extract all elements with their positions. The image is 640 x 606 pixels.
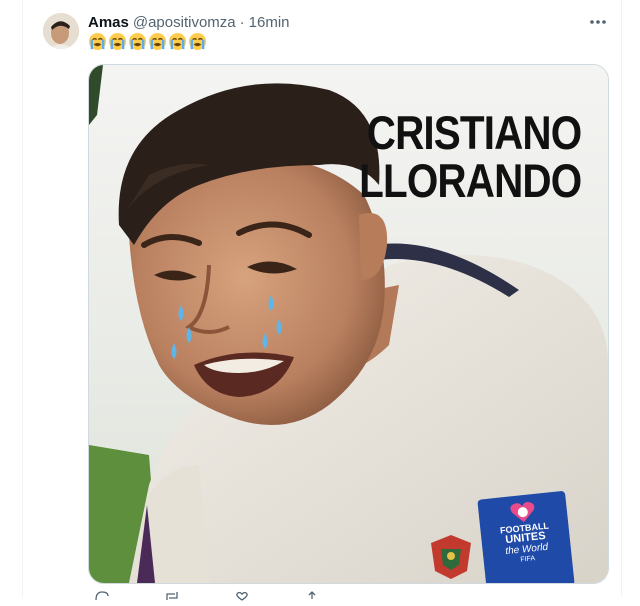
author-handle[interactable]: @apositivomza: [133, 14, 236, 31]
tweet-header: Amas @apositivomza · 16min: [88, 12, 290, 32]
meme-headline: CRISTIANO LLORANDO: [358, 106, 582, 207]
loudly-crying-emoji-icon: [128, 32, 147, 51]
timestamp[interactable]: 16min: [249, 14, 290, 31]
loudly-crying-emoji-icon: [188, 32, 207, 51]
ellipsis-icon: [590, 20, 606, 24]
loudly-crying-emoji-icon: [168, 32, 187, 51]
loudly-crying-emoji-icon: [88, 32, 107, 51]
heart-ball-icon: [510, 502, 535, 523]
timeline-border-left: [22, 0, 23, 597]
tweet-text: [88, 32, 207, 51]
football-unites-badge: FOOTBALL UNITES the World FIFA: [477, 490, 575, 583]
author-name[interactable]: Amas: [88, 14, 129, 31]
loudly-crying-emoji-icon: [108, 32, 127, 51]
timeline-border-right: [621, 0, 622, 597]
loudly-crying-emoji-icon: [148, 32, 167, 51]
separator-dot: ·: [239, 13, 245, 31]
headline-line-2: LLORANDO: [358, 154, 582, 207]
more-options-button[interactable]: [586, 10, 610, 34]
headline-line-1: CRISTIANO: [366, 106, 581, 159]
tweet-media-image[interactable]: CRISTIANO LLORANDO FOOTBALL UNITES the W…: [88, 64, 609, 584]
avatar[interactable]: [43, 13, 79, 49]
